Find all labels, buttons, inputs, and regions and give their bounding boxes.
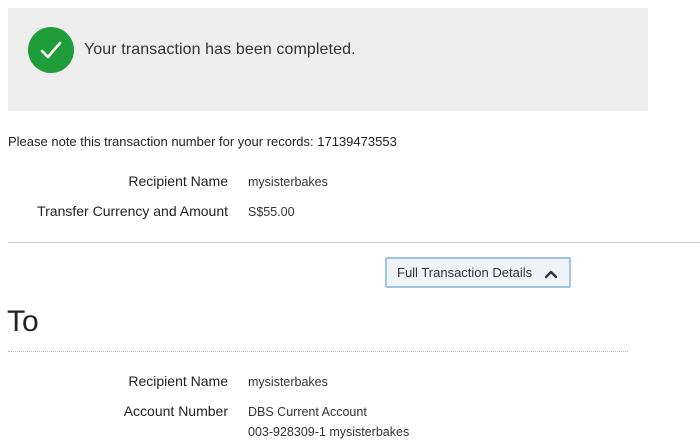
success-message: Your transaction has been completed. bbox=[84, 41, 356, 58]
to-section-title: To bbox=[7, 305, 39, 338]
full-details-label: Full Transaction Details bbox=[397, 265, 533, 280]
to-recipient-name-label: Recipient Name bbox=[128, 373, 228, 389]
checkmark-circle-icon bbox=[28, 27, 74, 73]
success-banner: Your transaction has been completed. bbox=[8, 8, 648, 111]
account-number-label: Account Number bbox=[123, 403, 228, 419]
transaction-confirmation-page: Your transaction has been completed. Ple… bbox=[0, 0, 700, 443]
full-transaction-details-button[interactable]: Full Transaction Details bbox=[385, 257, 571, 288]
to-recipient-name-value: mysisterbakes bbox=[248, 375, 328, 389]
to-section-divider bbox=[8, 351, 628, 352]
transfer-amount-value: S$55.00 bbox=[248, 205, 295, 219]
chevron-up-icon bbox=[544, 267, 558, 282]
recipient-name-label: Recipient Name bbox=[128, 173, 228, 189]
account-number-value: 003-928309-1 mysisterbakes bbox=[248, 425, 410, 439]
transfer-amount-label: Transfer Currency and Amount bbox=[37, 203, 228, 219]
account-type-value: DBS Current Account bbox=[248, 405, 367, 419]
section-divider bbox=[8, 242, 700, 243]
transaction-number-note: Please note this transaction number for … bbox=[8, 134, 397, 149]
recipient-name-value: mysisterbakes bbox=[248, 175, 328, 189]
